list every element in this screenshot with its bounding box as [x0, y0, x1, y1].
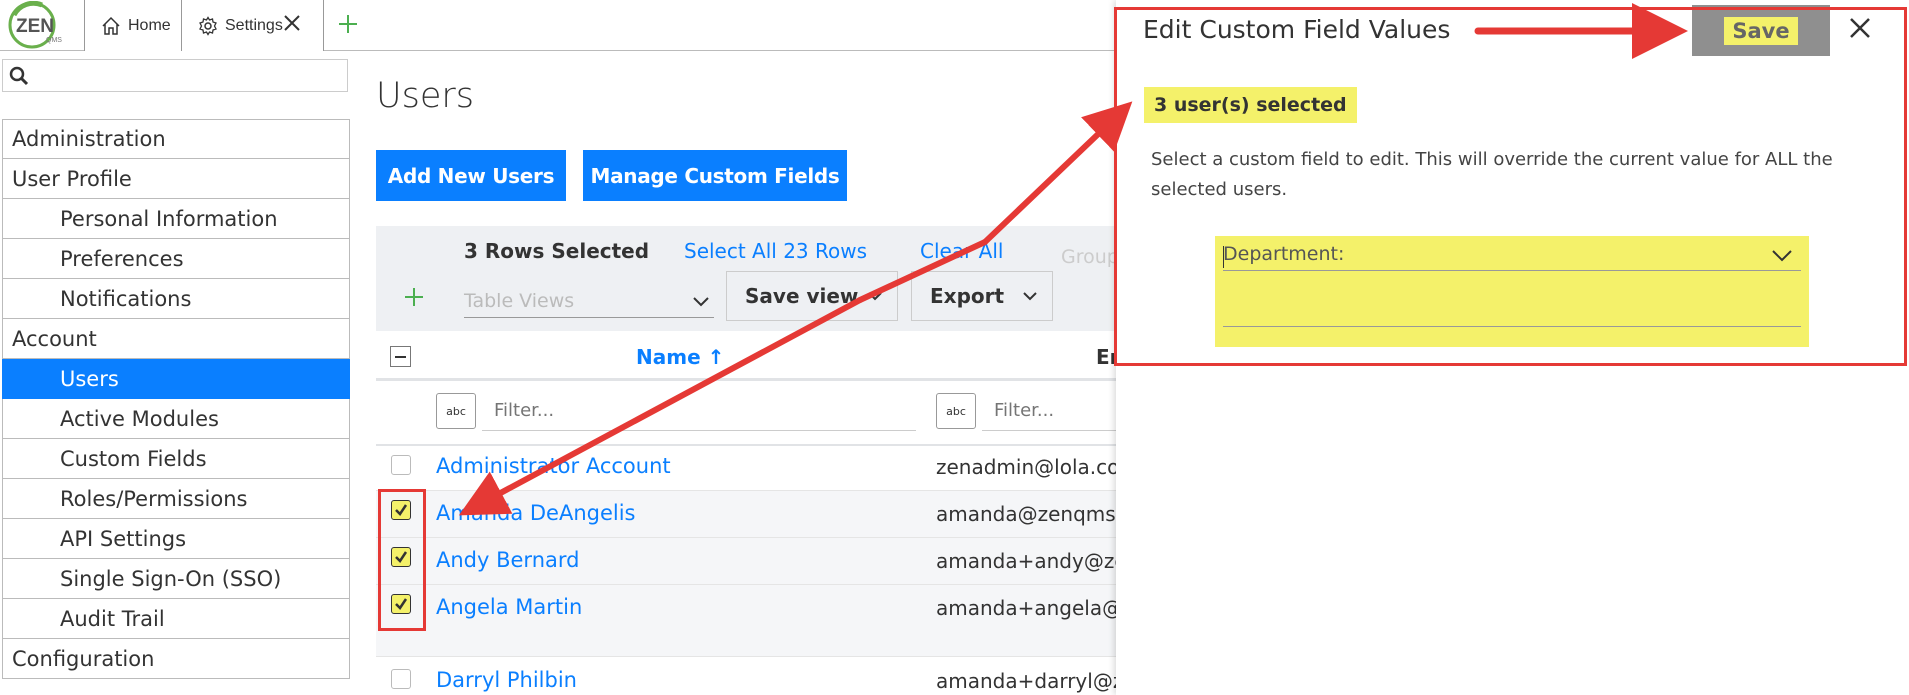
- user-email: zenadmin@lola.com: [936, 455, 1116, 479]
- email-filter-type-button[interactable]: abc: [936, 393, 976, 429]
- user-email: amanda+angela@zenqms.com: [936, 596, 1116, 620]
- export-button[interactable]: Export: [911, 271, 1053, 321]
- tab-home[interactable]: Home: [84, 0, 182, 51]
- sidebar-search[interactable]: [2, 59, 348, 92]
- sidebar-item-roles-permissions[interactable]: Roles/Permissions: [2, 479, 350, 519]
- modal-highlight-annotation: [1114, 7, 1907, 366]
- arrow-to-badge: [982, 101, 1133, 245]
- table-views-select[interactable]: Table Views: [464, 290, 714, 318]
- tab-settings[interactable]: Settings: [182, 0, 324, 51]
- sidebar-item-account[interactable]: Account: [2, 319, 350, 359]
- user-name-link[interactable]: Administrator Account: [436, 454, 671, 478]
- search-icon: [9, 66, 29, 86]
- name-filter-type-button[interactable]: abc: [436, 393, 476, 429]
- select-all-checkbox[interactable]: [390, 346, 411, 367]
- search-input[interactable]: [33, 62, 343, 89]
- sidebar-item-user-profile[interactable]: User Profile: [2, 159, 350, 199]
- svg-text:QMS: QMS: [46, 37, 62, 44]
- sidebar-item-administration[interactable]: Administration: [2, 119, 350, 159]
- row-checkbox[interactable]: [391, 669, 411, 689]
- sidebar-item-sso[interactable]: Single Sign-On (SSO): [2, 559, 350, 599]
- checkbox-highlight-annotation: [378, 489, 426, 631]
- user-name-link[interactable]: Angela Martin: [436, 595, 582, 619]
- clear-all-link[interactable]: Clear All: [920, 239, 1003, 263]
- chevron-down-icon: [1023, 292, 1037, 301]
- user-email: amanda+andy@zenqms.com: [936, 549, 1116, 573]
- save-view-label: Save view: [745, 284, 859, 308]
- svg-text:ZEN: ZEN: [16, 16, 54, 37]
- rows-selected-count: 3 Rows Selected: [464, 239, 650, 263]
- add-new-users-button[interactable]: Add New Users: [376, 150, 566, 201]
- chevron-down-icon: [693, 297, 709, 307]
- app-root: ZEN QMS Home Settings Administration Use…: [0, 0, 1909, 695]
- chevron-down-icon: [868, 292, 882, 301]
- sidebar-item-audit-trail[interactable]: Audit Trail: [2, 599, 350, 639]
- user-name-link[interactable]: Darryl Philbin: [436, 668, 577, 692]
- sidebar-nav: Administration User Profile Personal Inf…: [2, 119, 350, 679]
- name-filter-input[interactable]: [482, 391, 916, 431]
- add-view-plus-icon[interactable]: [402, 285, 426, 309]
- select-all-rows-link[interactable]: Select All 23 Rows: [684, 239, 867, 263]
- user-email: amanda+darryl@zenqms.com: [936, 669, 1116, 693]
- sidebar-item-configuration[interactable]: Configuration: [2, 639, 350, 679]
- close-icon[interactable]: [282, 13, 302, 33]
- table-views-placeholder: Table Views: [464, 290, 575, 312]
- user-name-link[interactable]: Amanda DeAngelis: [436, 501, 636, 525]
- tab-settings-label: Settings: [225, 16, 283, 34]
- home-icon: [102, 16, 120, 35]
- row-checkbox[interactable]: [391, 455, 411, 475]
- sidebar-item-api-settings[interactable]: API Settings: [2, 519, 350, 559]
- sidebar-item-active-modules[interactable]: Active Modules: [2, 399, 350, 439]
- page-title: Users: [376, 76, 475, 116]
- tab-home-label: Home: [128, 16, 171, 34]
- email-filter-input[interactable]: [982, 391, 1116, 431]
- sidebar-item-custom-fields[interactable]: Custom Fields: [2, 439, 350, 479]
- gear-icon: [199, 15, 217, 36]
- save-view-button[interactable]: Save view: [726, 271, 898, 321]
- user-name-link[interactable]: Andy Bernard: [436, 548, 579, 572]
- sidebar-item-notifications[interactable]: Notifications: [2, 279, 350, 319]
- group-placeholder[interactable]: Group: [1061, 246, 1119, 268]
- plus-icon[interactable]: [336, 12, 360, 36]
- sidebar-item-personal-information[interactable]: Personal Information: [2, 199, 350, 239]
- user-email: amanda@zenqms.com: [936, 502, 1116, 526]
- manage-custom-fields-button[interactable]: Manage Custom Fields: [583, 150, 847, 201]
- column-header-name[interactable]: Name ↑: [636, 345, 724, 369]
- export-label: Export: [930, 284, 1005, 308]
- sidebar-item-preferences[interactable]: Preferences: [2, 239, 350, 279]
- sidebar-item-users[interactable]: Users: [2, 359, 350, 399]
- table-header: [376, 333, 1116, 381]
- zen-logo[interactable]: ZEN QMS: [2, 0, 78, 49]
